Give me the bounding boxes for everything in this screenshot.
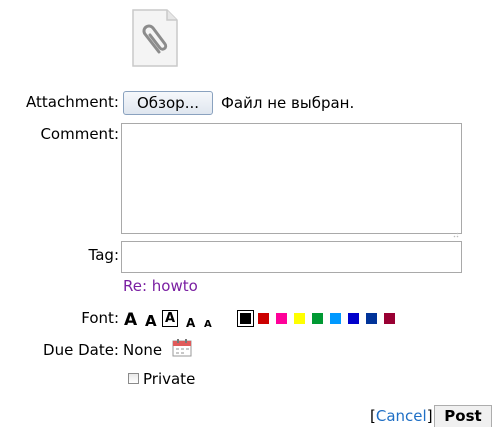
font-size-xsmall-option[interactable]: A [204, 316, 212, 334]
font-size-large-option[interactable]: A [145, 312, 157, 330]
color-swatch[interactable] [384, 313, 395, 324]
due-date-value: None [123, 341, 163, 359]
tag-label: Tag: [88, 246, 119, 264]
color-swatch[interactable] [258, 313, 269, 324]
font-size-xlarge-option[interactable]: A [124, 311, 137, 329]
color-swatch[interactable] [330, 313, 341, 324]
tag-suggestion[interactable]: Re: howto [123, 276, 198, 296]
color-swatch[interactable] [366, 313, 377, 324]
cancel-link-wrapper: [Cancel] [370, 406, 433, 426]
cancel-link[interactable]: Cancel [376, 407, 427, 425]
post-button[interactable]: Post [434, 405, 492, 427]
color-swatch[interactable] [276, 313, 287, 324]
font-size-medium-option[interactable]: A [162, 310, 178, 327]
comment-textarea[interactable] [121, 123, 462, 234]
attachment-label: Attachment: [26, 93, 119, 111]
bracket-close: ] [426, 407, 433, 425]
resize-grip-icon[interactable] [451, 223, 459, 238]
font-label: Font: [81, 309, 119, 327]
browse-file-button[interactable]: Обзор... [123, 91, 213, 115]
color-swatch[interactable] [294, 313, 305, 324]
font-size-small-option[interactable]: A [186, 314, 195, 332]
file-status-text: Файл не выбран. [221, 94, 355, 112]
color-swatch[interactable] [348, 313, 359, 324]
tag-input[interactable] [121, 241, 462, 273]
private-checkbox[interactable] [128, 373, 139, 384]
comment-label: Comment: [40, 125, 119, 143]
private-label: Private [143, 370, 196, 388]
color-swatch[interactable] [237, 310, 254, 327]
paperclip-icon [131, 8, 179, 68]
calendar-icon[interactable] [172, 338, 192, 357]
color-swatch[interactable] [312, 313, 323, 324]
due-date-label: Due Date: [43, 341, 119, 359]
